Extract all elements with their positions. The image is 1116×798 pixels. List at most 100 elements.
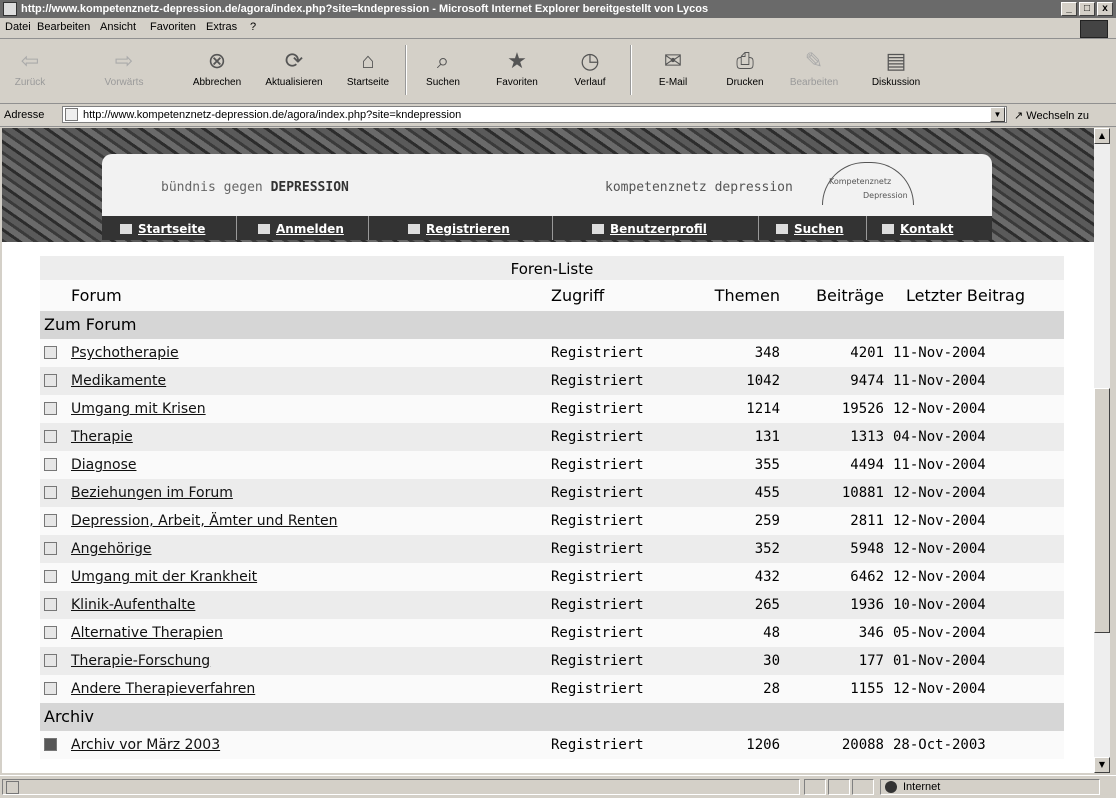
email-button[interactable]: ✉ E-Mail bbox=[648, 45, 698, 88]
back-button[interactable]: ⇦ Zurück bbox=[8, 45, 52, 88]
forward-arrow-icon: ⇨ bbox=[114, 48, 134, 73]
forum-link[interactable]: Angehörige bbox=[71, 541, 152, 557]
home-icon bbox=[120, 224, 132, 234]
nav-startseite[interactable]: Startseite bbox=[120, 216, 237, 240]
folder-icon bbox=[44, 542, 57, 555]
toolbar: ⇦ Zurück ⇨ Vorwärts ⊗ Abbrechen ⟳ Aktual… bbox=[0, 39, 1116, 104]
home-icon: ⌂ bbox=[361, 48, 375, 73]
forum-link[interactable]: Archiv vor März 2003 bbox=[71, 737, 220, 753]
menu-favoriten[interactable]: Favoriten bbox=[150, 21, 196, 33]
nav-registrieren[interactable]: Registrieren bbox=[408, 216, 553, 240]
forum-link[interactable]: Depression, Arbeit, Ämter und Renten bbox=[71, 513, 337, 529]
forum-link[interactable]: Klinik-Aufenthalte bbox=[71, 597, 195, 613]
ie-page-icon bbox=[3, 2, 17, 16]
title-bar: http://www.kompetenznetz-depression.de/a… bbox=[0, 0, 1116, 18]
discussion-icon: ▤ bbox=[885, 48, 907, 73]
address-url: http://www.kompetenznetz-depression.de/a… bbox=[83, 109, 462, 121]
history-icon: ◷ bbox=[580, 48, 600, 73]
folder-icon bbox=[44, 626, 57, 639]
folder-icon bbox=[44, 570, 57, 583]
scroll-thumb[interactable] bbox=[1094, 388, 1110, 633]
globe-icon bbox=[885, 781, 897, 793]
table-row: Angehörige Registriert 352 5948 12-Nov-2004 bbox=[40, 535, 1064, 563]
kompetenznetz-text: kompetenznetz depression bbox=[605, 180, 793, 195]
nav-kontakt[interactable]: Kontakt bbox=[882, 216, 982, 240]
search-button[interactable]: ⌕ Suchen bbox=[418, 45, 468, 88]
forum-link[interactable]: Medikamente bbox=[71, 373, 166, 389]
favorites-button[interactable]: ★ Favoriten bbox=[487, 45, 547, 88]
kompetenznetz-badge[interactable]: Kompetenznetz Depression bbox=[822, 162, 914, 205]
minimize-button[interactable]: _ bbox=[1061, 2, 1077, 16]
menu-bar: Datei Bearbeiten Ansicht Favoriten Extra… bbox=[0, 18, 1116, 39]
home-button[interactable]: ⌂ Startseite bbox=[340, 45, 396, 88]
table-row: Umgang mit der Krankheit Registriert 432 64… bbox=[40, 563, 1064, 591]
table-row: Therapie Registriert 131 1313 04-Nov-2004 bbox=[40, 423, 1064, 451]
forum-link[interactable]: Beziehungen im Forum bbox=[71, 485, 233, 501]
forward-button[interactable]: ⇨ Vorwärts bbox=[98, 45, 150, 88]
window-title: http://www.kompetenznetz-depression.de/a… bbox=[21, 3, 709, 15]
forum-link[interactable]: Therapie bbox=[71, 429, 133, 445]
table-row: Medikamente Registriert 1042 9474 11-Nov-200… bbox=[40, 367, 1064, 395]
menu-bearbeiten[interactable]: Bearbeiten bbox=[37, 21, 90, 33]
menu-extras[interactable]: Extras bbox=[206, 21, 237, 33]
go-button[interactable]: ↗ Wechseln zu bbox=[1014, 109, 1089, 122]
menu-datei[interactable]: Datei bbox=[5, 21, 31, 33]
forum-link[interactable]: Therapie-Forschung bbox=[71, 653, 210, 669]
menu-help[interactable]: ? bbox=[250, 21, 256, 33]
folder-icon bbox=[44, 654, 57, 667]
col-last-post: Letzter Beitrag bbox=[906, 286, 1026, 305]
vertical-scrollbar[interactable]: ▲ ▼ bbox=[1094, 128, 1110, 773]
address-input[interactable]: http://www.kompetenznetz-depression.de/a… bbox=[62, 106, 1007, 123]
refresh-button[interactable]: ⟳ Aktualisieren bbox=[257, 45, 331, 88]
address-label: Adresse bbox=[4, 109, 45, 121]
history-button[interactable]: ◷ Verlauf bbox=[565, 45, 615, 88]
print-button[interactable]: ⎙ Drucken bbox=[720, 45, 770, 88]
stop-button[interactable]: ⊗ Abbrechen bbox=[188, 45, 246, 88]
address-dropdown-button[interactable]: ▼ bbox=[990, 107, 1005, 122]
scroll-down-button[interactable]: ▼ bbox=[1094, 757, 1110, 773]
folder-icon bbox=[44, 374, 57, 387]
refresh-icon: ⟳ bbox=[284, 48, 304, 73]
search-icon bbox=[776, 224, 788, 234]
status-lock bbox=[828, 779, 850, 795]
table-row: Therapie-Forschung Registriert 30 177 01-Nov… bbox=[40, 647, 1064, 675]
maximize-button[interactable]: □ bbox=[1079, 2, 1095, 16]
folder-icon bbox=[44, 346, 57, 359]
toolbar-separator bbox=[405, 45, 407, 95]
forum-link[interactable]: Umgang mit Krisen bbox=[71, 401, 206, 417]
favorites-icon: ★ bbox=[507, 48, 527, 73]
edit-icon: ✎ bbox=[804, 48, 824, 73]
toolbar-separator bbox=[630, 45, 632, 95]
edit-button[interactable]: ✎ Bearbeiten bbox=[783, 45, 845, 88]
menu-ansicht[interactable]: Ansicht bbox=[100, 21, 136, 33]
folder-icon bbox=[44, 598, 57, 611]
stop-icon: ⊗ bbox=[207, 48, 227, 73]
register-icon bbox=[408, 224, 420, 234]
forum-list-title: Foren-Liste bbox=[40, 256, 1064, 280]
forum-link[interactable]: Diagnose bbox=[71, 457, 136, 473]
forum-link[interactable]: Alternative Therapien bbox=[71, 625, 223, 641]
back-arrow-icon: ⇦ bbox=[20, 48, 40, 73]
table-row: Archiv vor März 2003 Registriert 1206 20088… bbox=[40, 731, 1064, 759]
status-bar: Internet bbox=[0, 775, 1116, 798]
nav-anmelden[interactable]: Anmelden bbox=[258, 216, 369, 240]
forum-link[interactable]: Andere Therapieverfahren bbox=[71, 681, 255, 697]
buendnis-logo[interactable]: bündnis gegen DEPRESSION bbox=[161, 180, 349, 195]
address-bar: Adresse http://www.kompetenznetz-depress… bbox=[0, 104, 1116, 127]
profile-icon bbox=[592, 224, 604, 234]
folder-icon bbox=[44, 430, 57, 443]
nav-benutzerprofil[interactable]: Benutzerprofil bbox=[592, 216, 759, 240]
folder-icon bbox=[44, 682, 57, 695]
nav-suchen[interactable]: Suchen bbox=[776, 216, 867, 240]
forum-link[interactable]: Umgang mit der Krankheit bbox=[71, 569, 257, 585]
scroll-up-button[interactable]: ▲ bbox=[1094, 128, 1110, 144]
table-row: Klinik-Aufenthalte Registriert 265 1936 10-N… bbox=[40, 591, 1064, 619]
forum-list: Foren-Liste Forum Zugriff Themen Beiträg… bbox=[40, 256, 1064, 759]
security-zone: Internet bbox=[880, 779, 1100, 795]
page-icon bbox=[6, 781, 19, 794]
close-button[interactable]: x bbox=[1097, 2, 1113, 16]
forum-link[interactable]: Psychotherapie bbox=[71, 345, 179, 361]
status-text bbox=[2, 779, 800, 795]
contact-icon bbox=[882, 224, 894, 234]
discuss-button[interactable]: ▤ Diskussion bbox=[865, 45, 927, 88]
